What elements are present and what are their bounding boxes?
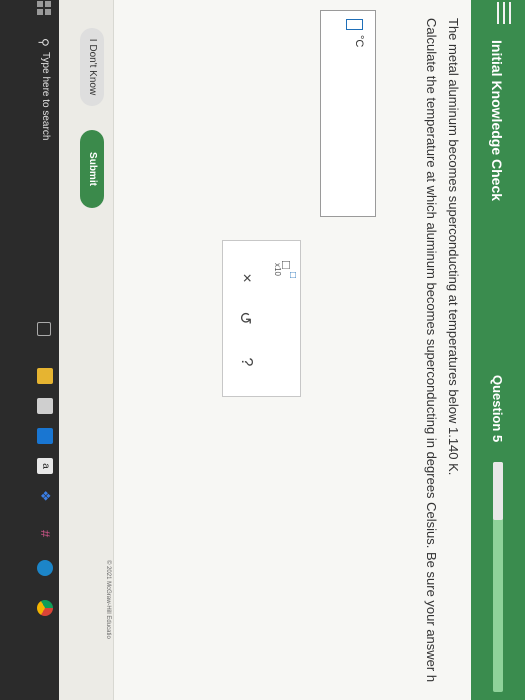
store-icon[interactable] xyxy=(37,398,53,414)
edge-icon[interactable] xyxy=(37,560,53,576)
windows-start-icon[interactable] xyxy=(37,1,51,15)
menu-icon[interactable] xyxy=(497,2,515,24)
progress-bar xyxy=(493,462,503,692)
answer-input[interactable]: °C xyxy=(320,10,376,217)
app-screen: Initial Knowledge Check Question 5 The m… xyxy=(0,0,525,700)
task-view-icon[interactable] xyxy=(37,322,51,336)
question-text-line-2: Calculate the temperature at which alumi… xyxy=(424,18,439,683)
answer-cursor-box[interactable] xyxy=(346,19,363,30)
footer-bar: I Don't Know Submit © 2021 McGraw-Hill E… xyxy=(58,0,114,700)
question-area: The metal aluminum becomes superconducti… xyxy=(114,0,471,700)
slack-icon[interactable]: # xyxy=(37,530,53,546)
taskbar-search-input[interactable]: Type here to search xyxy=(40,52,51,140)
dropbox-icon[interactable]: ❖ xyxy=(37,490,53,506)
submit-button[interactable]: Submit xyxy=(80,130,104,208)
amazon-icon[interactable]: a xyxy=(37,458,53,474)
progress-fill xyxy=(493,462,503,520)
question-text-line-1: The metal aluminum becomes superconducti… xyxy=(446,18,461,476)
page-title: Initial Knowledge Check xyxy=(489,40,505,202)
scientific-notation-icon[interactable]: □ □ x10 xyxy=(273,261,298,278)
undo-button[interactable]: ↺ xyxy=(235,308,255,328)
dont-know-button[interactable]: I Don't Know xyxy=(80,28,104,106)
clear-button[interactable]: × xyxy=(237,268,255,288)
taskbar: ⚲ Type here to search a ❖ # xyxy=(0,0,59,700)
help-button[interactable]: ? xyxy=(237,352,255,372)
math-tool-panel: □ □ x10 × ↺ ? xyxy=(222,240,301,397)
search-icon: ⚲ xyxy=(37,38,51,47)
mail-icon[interactable] xyxy=(37,428,53,444)
header-bar: Initial Knowledge Check Question 5 xyxy=(471,0,525,700)
question-number: Question 5 xyxy=(490,375,505,443)
chrome-icon[interactable] xyxy=(37,600,53,616)
copyright-text: © 2021 McGraw-Hill Educatio xyxy=(105,560,111,639)
scientific-notation-label: x10 xyxy=(273,263,282,276)
answer-unit: °C xyxy=(353,35,365,48)
file-explorer-icon[interactable] xyxy=(37,368,53,384)
